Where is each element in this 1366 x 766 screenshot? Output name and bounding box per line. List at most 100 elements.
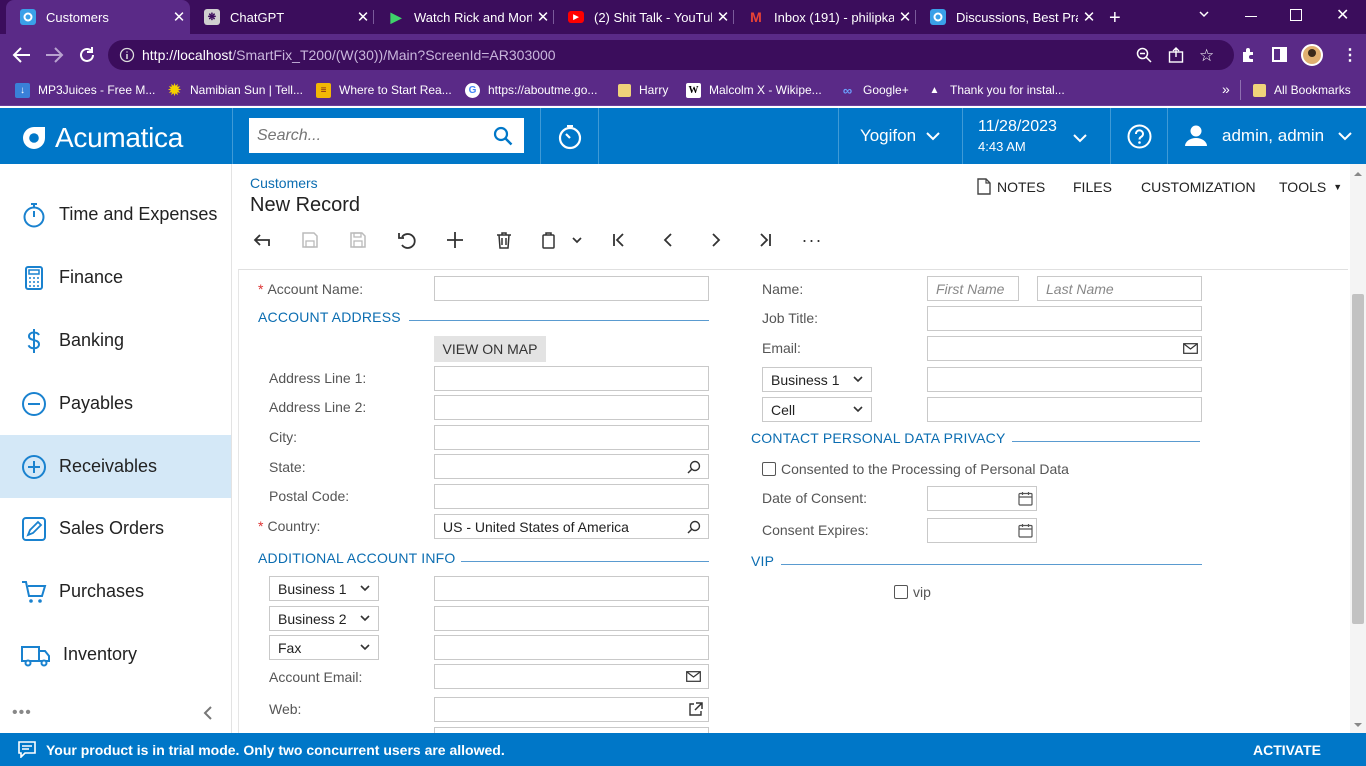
restore-icon[interactable] xyxy=(1290,9,1302,21)
window-close-icon[interactable]: ✕ xyxy=(1336,5,1349,25)
browser-tab-rick-and-morty[interactable]: ▶ Watch Rick and Morty ✕ xyxy=(374,0,554,34)
site-info-icon[interactable] xyxy=(119,47,135,63)
back-arrow-icon[interactable] xyxy=(12,46,32,64)
consented-checkbox[interactable] xyxy=(762,462,776,476)
first-record-icon[interactable] xyxy=(607,228,631,252)
scroll-up-icon[interactable] xyxy=(1350,168,1366,180)
save-and-close-icon[interactable] xyxy=(298,228,322,252)
bookmark-google-plus[interactable]: ∞ Google+ xyxy=(840,76,909,104)
new-tab-icon[interactable]: + xyxy=(1109,7,1121,30)
sidebar-item-finance[interactable]: Finance xyxy=(0,246,231,309)
mail-icon[interactable] xyxy=(686,671,701,682)
bookmark-star-icon[interactable]: ☆ xyxy=(1199,46,1214,66)
tab-search-icon[interactable] xyxy=(1197,7,1211,21)
scroll-down-icon[interactable] xyxy=(1350,719,1366,731)
phone1-type-select[interactable]: Business 1 xyxy=(269,576,379,601)
phone2-type-select[interactable]: Business 2 xyxy=(269,606,379,631)
previous-record-icon[interactable] xyxy=(656,228,680,252)
search-icon[interactable] xyxy=(687,460,701,474)
collapse-sidebar-icon[interactable] xyxy=(202,705,214,721)
sidebar-item-payables[interactable]: Payables xyxy=(0,372,231,435)
bookmark-malcolm-x[interactable]: W Malcolm X - Wikipe... xyxy=(686,76,822,104)
close-tab-icon[interactable]: ✕ xyxy=(352,8,374,26)
close-tab-icon[interactable]: ✕ xyxy=(894,8,916,26)
first-name-field[interactable]: First Name xyxy=(927,276,1019,301)
url-text[interactable]: http://localhost/SmartFix_T200/(W(30))/M… xyxy=(142,47,556,63)
address-line1-field[interactable] xyxy=(434,366,709,391)
tools-button[interactable]: TOOLS ▼ xyxy=(1279,179,1342,195)
vertical-scrollbar[interactable] xyxy=(1350,164,1366,733)
add-icon[interactable] xyxy=(443,228,467,252)
state-field[interactable] xyxy=(434,454,709,479)
date-of-consent-field[interactable] xyxy=(927,486,1037,511)
bookmark-mp3juices[interactable]: ↓ MP3Juices - Free M... xyxy=(15,76,155,104)
profile-avatar[interactable] xyxy=(1301,44,1323,66)
browser-tab-customers[interactable]: Customers ✕ xyxy=(6,0,190,34)
phone2-field[interactable] xyxy=(434,606,709,631)
browser-tab-discussions[interactable]: Discussions, Best Prac ✕ xyxy=(916,0,1100,34)
sidebar-item-banking[interactable]: Banking xyxy=(0,309,231,372)
bookmark-namibian-sun[interactable]: ✹ Namibian Sun | Tell... xyxy=(167,76,303,104)
fax-field[interactable] xyxy=(434,635,709,660)
browser-tab-chatgpt[interactable]: ❋ ChatGPT ✕ xyxy=(190,0,374,34)
bookmark-where-to-start[interactable]: ≡ Where to Start Rea... xyxy=(316,76,452,104)
view-on-map-button[interactable]: VIEW ON MAP xyxy=(434,336,546,362)
contact-phone1-field[interactable] xyxy=(927,367,1202,392)
consent-expires-field[interactable] xyxy=(927,518,1037,543)
save-icon[interactable] xyxy=(346,228,370,252)
close-tab-icon[interactable]: ✕ xyxy=(532,8,554,26)
user-menu[interactable]: admin, admin xyxy=(1167,108,1366,164)
copy-paste-icon[interactable] xyxy=(541,228,585,252)
external-link-icon[interactable] xyxy=(688,702,703,717)
sidebar-item-sales-orders[interactable]: Sales Orders xyxy=(0,497,231,560)
close-tab-icon[interactable]: ✕ xyxy=(712,8,734,26)
more-bookmarks-icon[interactable]: » xyxy=(1222,81,1230,97)
cancel-icon[interactable] xyxy=(395,228,419,252)
forward-arrow-icon[interactable] xyxy=(44,46,64,64)
vip-checkbox[interactable] xyxy=(894,585,908,599)
bookmark-thank-you[interactable]: ▲ Thank you for instal... xyxy=(927,76,1065,104)
sidebar-item-receivables[interactable]: Receivables xyxy=(0,435,231,498)
consented-label[interactable]: Consented to the Processing of Personal … xyxy=(781,461,1069,477)
customization-button[interactable]: CUSTOMIZATION xyxy=(1141,179,1256,195)
breadcrumb[interactable]: Customers xyxy=(250,175,318,191)
bookmark-harry[interactable]: Harry xyxy=(618,76,668,104)
search-input[interactable] xyxy=(257,126,487,145)
sidebar-item-purchases[interactable]: Purchases xyxy=(0,560,231,623)
vip-label[interactable]: vip xyxy=(913,584,931,600)
close-tab-icon[interactable]: ✕ xyxy=(1078,8,1100,26)
more-icon[interactable]: ••• xyxy=(12,704,32,722)
reload-icon[interactable] xyxy=(77,45,97,65)
browser-tab-gmail[interactable]: M Inbox (191) - philipka ✕ xyxy=(734,0,916,34)
contact-phone2-type-select[interactable]: Cell xyxy=(762,397,872,422)
calendar-icon[interactable] xyxy=(1018,523,1033,538)
last-name-field[interactable]: Last Name xyxy=(1037,276,1202,301)
close-tab-icon[interactable]: ✕ xyxy=(168,8,190,26)
account-email-field[interactable] xyxy=(434,664,709,689)
next-record-icon[interactable] xyxy=(704,228,728,252)
contact-phone2-field[interactable] xyxy=(927,397,1202,422)
acumatica-logo[interactable]: Acumatica xyxy=(21,122,183,154)
delete-icon[interactable] xyxy=(492,228,516,252)
minimize-icon[interactable] xyxy=(1245,16,1257,17)
help-icon[interactable] xyxy=(1127,124,1152,149)
extensions-icon[interactable] xyxy=(1240,47,1256,63)
bookmark-aboutme[interactable]: G https://aboutme.go... xyxy=(465,76,597,104)
sidebar-item-time-and-expenses[interactable]: Time and Expenses xyxy=(0,183,231,246)
browser-tab-youtube[interactable]: ▶ (2) Shit Talk - YouTube ✕ xyxy=(554,0,734,34)
activate-button[interactable]: ACTIVATE xyxy=(1253,742,1321,758)
city-field[interactable] xyxy=(434,425,709,450)
account-name-field[interactable] xyxy=(434,276,709,301)
business-date-selector[interactable]: 11/28/2023 4:43 AM xyxy=(962,108,1110,164)
country-field[interactable]: US - United States of America xyxy=(434,514,709,539)
fax-type-select[interactable]: Fax xyxy=(269,635,379,660)
account-address-section[interactable]: ACCOUNT ADDRESS xyxy=(258,309,401,325)
last-record-icon[interactable] xyxy=(753,228,777,252)
phone1-field[interactable] xyxy=(434,576,709,601)
company-selector[interactable]: Yogifon xyxy=(838,108,962,164)
zoom-icon[interactable] xyxy=(1136,47,1152,63)
share-icon[interactable] xyxy=(1168,47,1184,63)
email-field[interactable] xyxy=(927,336,1202,361)
postal-code-field[interactable] xyxy=(434,484,709,509)
additional-account-info-section[interactable]: ADDITIONAL ACCOUNT INFO xyxy=(258,550,456,566)
